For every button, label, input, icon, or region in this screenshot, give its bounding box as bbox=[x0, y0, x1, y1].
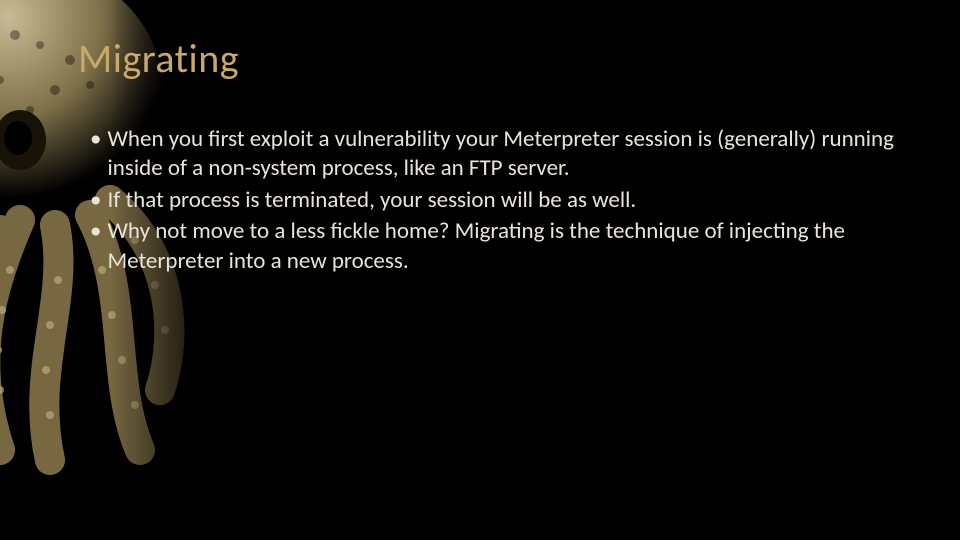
list-item: • If that process is terminated, your se… bbox=[90, 186, 920, 215]
bullet-list: • When you first exploit a vulnerability… bbox=[78, 125, 920, 276]
bullet-text: If that process is terminated, your sess… bbox=[107, 186, 920, 215]
slide-content: Migrating • When you first exploit a vul… bbox=[0, 0, 960, 540]
bullet-text: Why not move to a less fickle home? Migr… bbox=[107, 217, 920, 276]
list-item: • Why not move to a less fickle home? Mi… bbox=[90, 217, 920, 276]
bullet-text: When you first exploit a vulnerability y… bbox=[107, 125, 920, 184]
slide-title: Migrating bbox=[78, 34, 920, 83]
bullet-icon: • bbox=[90, 125, 101, 154]
bullet-icon: • bbox=[90, 186, 101, 215]
list-item: • When you first exploit a vulnerability… bbox=[90, 125, 920, 184]
bullet-icon: • bbox=[90, 217, 101, 246]
